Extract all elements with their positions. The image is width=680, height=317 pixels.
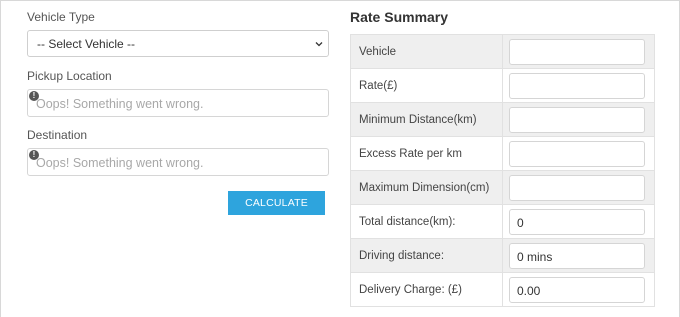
summary-row-label: Driving distance:	[350, 238, 503, 273]
rate-value-field[interactable]	[509, 72, 645, 99]
summary-row-label: Rate(£)	[350, 68, 503, 103]
vehicle-select[interactable]: -- Select Vehicle --	[27, 30, 329, 57]
summary-row-total-distance: Total distance(km): 0	[350, 204, 655, 239]
summary-row-label: Delivery Charge: (£)	[350, 272, 503, 307]
summary-row-max-dimension: Maximum Dimension(cm)	[350, 170, 655, 205]
summary-row-rate: Rate(£)	[350, 68, 655, 103]
rate-summary-title: Rate Summary	[350, 9, 449, 25]
summary-row-driving-distance: Driving distance: 0 mins	[350, 238, 655, 273]
excess-rate-value-field[interactable]	[509, 140, 645, 167]
summary-row-label: Maximum Dimension(cm)	[350, 170, 503, 205]
driving-distance-value-field[interactable]: 0 mins	[509, 242, 645, 269]
summary-row-min-distance: Minimum Distance(km)	[350, 102, 655, 137]
summary-row-vehicle: Vehicle	[350, 34, 655, 69]
chevron-down-icon	[315, 42, 323, 47]
vehicle-value-field[interactable]	[509, 38, 645, 65]
total-distance-value-field[interactable]: 0	[509, 208, 645, 235]
summary-row-label: Total distance(km):	[350, 204, 503, 239]
calculate-button[interactable]: CALCULATE	[228, 191, 325, 215]
vehicle-type-label: Vehicle Type	[27, 10, 95, 24]
summary-row-excess-rate: Excess Rate per km	[350, 136, 655, 171]
max-dimension-value-field[interactable]	[509, 174, 645, 201]
min-distance-value-field[interactable]	[509, 106, 645, 133]
summary-row-label: Vehicle	[350, 34, 503, 69]
rate-summary-table: Vehicle Rate(£) Minimum Distance(km) Exc…	[350, 34, 655, 307]
destination-error-text: Oops! Something went wrong.	[36, 156, 204, 170]
summary-row-label: Excess Rate per km	[350, 136, 503, 171]
summary-row-label: Minimum Distance(km)	[350, 102, 503, 137]
vehicle-select-value: -- Select Vehicle --	[37, 37, 136, 51]
destination-label: Destination	[27, 128, 88, 142]
pickup-location-input[interactable]: ! Oops! Something went wrong.	[27, 89, 329, 117]
destination-input[interactable]: ! Oops! Something went wrong.	[27, 148, 329, 176]
pickup-error-text: Oops! Something went wrong.	[36, 97, 204, 111]
pickup-location-label: Pickup Location	[27, 69, 112, 83]
summary-row-delivery-charge: Delivery Charge: (£) 0.00	[350, 272, 655, 307]
delivery-charge-value-field[interactable]: 0.00	[509, 276, 645, 303]
